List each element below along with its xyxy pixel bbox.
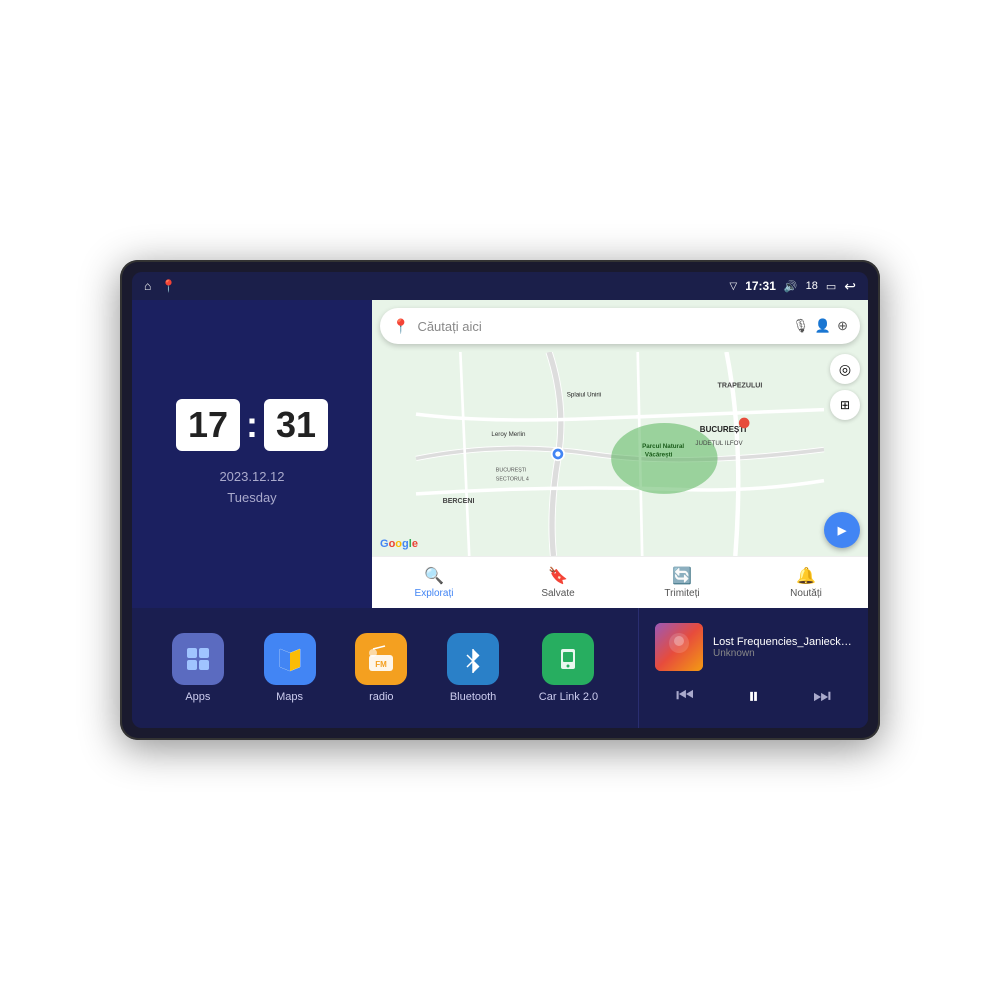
bluetooth-label: Bluetooth [450,691,496,703]
clock-date: 2023.12.12 Tuesday [219,467,284,509]
back-icon[interactable]: ↩ [844,278,856,295]
radio-icon: FM [355,633,407,685]
maps-label: Maps [276,691,303,703]
radio-label: radio [369,691,393,703]
time-display: 17:31 [745,279,776,293]
apps-row: Apps Maps [132,608,638,728]
app-item-apps[interactable]: Apps [172,633,224,703]
share-label: Trimiteți [664,588,699,599]
clock-display: 17 : 31 [176,399,328,451]
saved-icon: 🔖 [548,566,568,586]
bottom-section: Apps Maps [132,608,868,728]
svg-text:Leroy Merlin: Leroy Merlin [491,431,526,438]
maps-icon: 📍 [392,318,409,335]
music-panel: Lost Frequencies_Janieck Devy-... Unknow… [638,608,868,728]
compass-icon: ◎ [839,361,851,378]
main-content: 17 : 31 2023.12.12 Tuesday 📍 Căutați aic… [132,300,868,728]
news-label: Noutăți [790,588,822,599]
prev-button[interactable]: ⏮ [672,681,698,712]
clock-minute: 31 [264,399,328,451]
music-top: Lost Frequencies_Janieck Devy-... Unknow… [655,623,852,671]
layers-icon[interactable]: ⊕ [837,318,848,334]
device: ⌂ 📍 ▽ 17:31 🔊 18 ▭ ↩ 17 : [120,260,880,740]
svg-text:BUCUREȘTI: BUCUREȘTI [700,425,747,434]
status-bar: ⌂ 📍 ▽ 17:31 🔊 18 ▭ ↩ [132,272,868,300]
signal-icon: ▽ [730,281,738,292]
app-item-carlink[interactable]: Car Link 2.0 [539,633,598,703]
news-icon: 🔔 [796,566,816,586]
clock-panel: 17 : 31 2023.12.12 Tuesday [132,300,372,608]
svg-text:JUDEȚUL ILFOV: JUDEȚUL ILFOV [695,440,743,447]
share-icon: 🔄 [672,566,692,586]
music-thumbnail [655,623,703,671]
status-left: ⌂ 📍 [144,279,176,293]
explore-icon: 🔍 [424,566,444,586]
map-nav-share[interactable]: 🔄 Trimiteți [620,566,744,599]
search-icons: 🎙 👤 ⊕ [792,318,848,334]
app-item-maps[interactable]: Maps [264,633,316,703]
status-right: ▽ 17:31 🔊 18 ▭ ↩ [730,278,857,295]
location-button[interactable]: ◎ [830,354,860,384]
map-search-bar[interactable]: 📍 Căutați aici 🎙 👤 ⊕ [380,308,860,344]
saved-label: Salvate [541,588,574,599]
battery-level: 18 [806,280,818,292]
home-icon[interactable]: ⌂ [144,279,151,293]
svg-text:TRAPEZULUI: TRAPEZULUI [718,381,763,389]
apps-label: Apps [185,691,210,703]
profile-icon[interactable]: 👤 [815,318,831,334]
app-item-radio[interactable]: FM radio [355,633,407,703]
bluetooth-icon [447,633,499,685]
carlink-label: Car Link 2.0 [539,691,598,703]
google-logo: Google [380,538,418,550]
date-text: 2023.12.12 [219,467,284,488]
explore-label: Explorați [415,588,454,599]
svg-text:Splaiul Unirii: Splaiul Unirii [567,391,601,398]
battery-icon: ▭ [826,280,836,293]
map-container: Parcul Natural Văcărești TRAPEZULUI BUCU… [372,352,868,556]
svg-text:SECTORUL 4: SECTORUL 4 [496,477,529,483]
volume-icon: 🔊 [784,280,798,293]
map-layers-button[interactable]: ⊞ [830,390,860,420]
apps-icon [172,633,224,685]
music-controls: ⏮ ⏸ ⏭ [655,679,852,713]
mic-icon[interactable]: 🎙 [792,318,809,334]
day-text: Tuesday [219,488,284,509]
music-artist: Unknown [713,648,852,659]
map-nav-saved[interactable]: 🔖 Salvate [496,566,620,599]
app-item-bluetooth[interactable]: Bluetooth [447,633,499,703]
svg-text:Parcul Natural: Parcul Natural [642,443,684,450]
map-bottom-nav: 🔍 Explorați 🔖 Salvate 🔄 Trimiteți � [372,556,868,608]
start-icon: ▶ [838,524,846,537]
svg-text:BERCENI: BERCENI [443,497,475,505]
clock-colon: : [246,407,258,443]
svg-text:Văcărești: Văcărești [645,452,673,459]
map-nav-explore[interactable]: 🔍 Explorați [372,566,496,599]
music-info: Lost Frequencies_Janieck Devy-... Unknow… [713,636,852,659]
map-nav-news[interactable]: 🔔 Noutăți [744,566,868,599]
svg-text:FM: FM [376,660,388,669]
play-pause-button[interactable]: ⏸ [744,679,763,713]
svg-text:BUCUREȘTI: BUCUREȘTI [496,468,527,474]
next-button[interactable]: ⏭ [809,681,835,712]
carlink-icon [542,633,594,685]
location-icon[interactable]: 📍 [161,279,176,293]
top-section: 17 : 31 2023.12.12 Tuesday 📍 Căutați aic… [132,300,868,608]
search-placeholder[interactable]: Căutați aici [417,319,784,334]
maps-icon [264,633,316,685]
layers-icon: ⊞ [840,398,850,412]
map-start-button[interactable]: ▶ [824,512,860,548]
screen: ⌂ 📍 ▽ 17:31 🔊 18 ▭ ↩ 17 : [132,272,868,728]
music-title: Lost Frequencies_Janieck Devy-... [713,636,852,648]
map-panel: 📍 Căutați aici 🎙 👤 ⊕ [372,300,868,608]
clock-hour: 17 [176,399,240,451]
